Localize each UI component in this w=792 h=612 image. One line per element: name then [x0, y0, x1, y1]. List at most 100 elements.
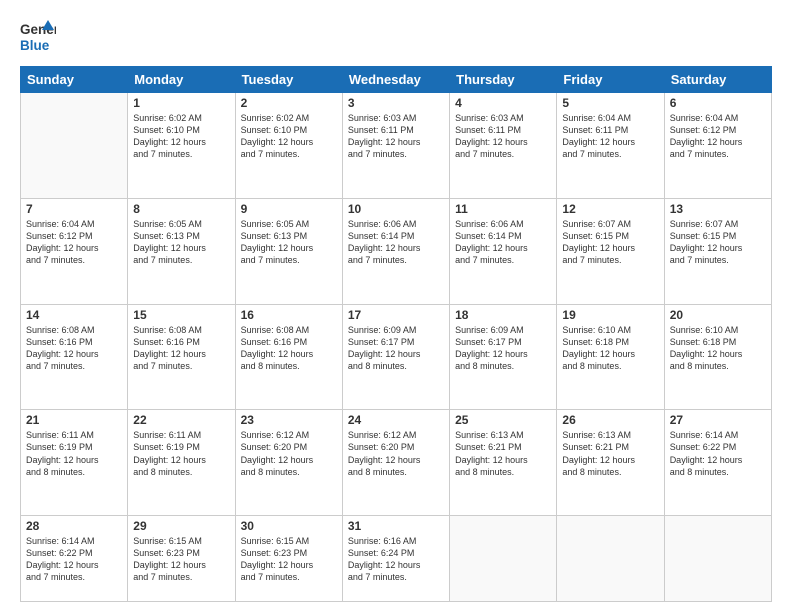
day-number: 17 — [348, 308, 444, 322]
calendar-cell: 22 Sunrise: 6:11 AM Sunset: 6:19 PM Dayli… — [128, 410, 235, 516]
day-number: 3 — [348, 96, 444, 110]
day-info: Sunrise: 6:15 AM Sunset: 6:23 PM Dayligh… — [241, 535, 337, 584]
day-info: Sunrise: 6:02 AM Sunset: 6:10 PM Dayligh… — [241, 112, 337, 161]
calendar-cell: 13 Sunrise: 6:07 AM Sunset: 6:15 PM Dayli… — [664, 198, 771, 304]
day-number: 21 — [26, 413, 122, 427]
day-info: Sunrise: 6:06 AM Sunset: 6:14 PM Dayligh… — [348, 218, 444, 267]
day-number: 19 — [562, 308, 658, 322]
calendar-cell: 25 Sunrise: 6:13 AM Sunset: 6:21 PM Dayli… — [450, 410, 557, 516]
calendar-cell: 16Sunrise: 6:08 AM Sunset: 6:16 PM Dayli… — [235, 304, 342, 410]
day-info: Sunrise: 6:10 AM Sunset: 6:18 PM Dayligh… — [562, 324, 658, 373]
day-info: Sunrise: 6:10 AM Sunset: 6:18 PM Dayligh… — [670, 324, 766, 373]
col-header-saturday: Saturday — [664, 67, 771, 93]
day-number: 22 — [133, 413, 229, 427]
calendar-cell — [664, 516, 771, 602]
day-number: 25 — [455, 413, 551, 427]
calendar-cell: 9 Sunrise: 6:05 AM Sunset: 6:13 PM Daylig… — [235, 198, 342, 304]
day-info: Sunrise: 6:04 AM Sunset: 6:11 PM Dayligh… — [562, 112, 658, 161]
calendar-cell: 12 Sunrise: 6:07 AM Sunset: 6:15 PM Dayli… — [557, 198, 664, 304]
calendar-cell: 31 Sunrise: 6:16 AM Sunset: 6:24 PM Dayli… — [342, 516, 449, 602]
day-info: Sunrise: 6:07 AM Sunset: 6:15 PM Dayligh… — [670, 218, 766, 267]
day-info: Sunrise: 6:12 AM Sunset: 6:20 PM Dayligh… — [348, 429, 444, 478]
calendar-cell: 1 Sunrise: 6:02 AM Sunset: 6:10 PM Daylig… — [128, 93, 235, 199]
day-info: Sunrise: 6:05 AM Sunset: 6:13 PM Dayligh… — [241, 218, 337, 267]
calendar-table: SundayMondayTuesdayWednesdayThursdayFrid… — [20, 66, 772, 602]
calendar-cell: 26 Sunrise: 6:13 AM Sunset: 6:21 PM Dayli… — [557, 410, 664, 516]
day-info: Sunrise: 6:14 AM Sunset: 6:22 PM Dayligh… — [670, 429, 766, 478]
calendar-cell: 30Sunrise: 6:15 AM Sunset: 6:23 PM Dayli… — [235, 516, 342, 602]
logo: General Blue — [20, 18, 56, 56]
day-info: Sunrise: 6:02 AM Sunset: 6:10 PM Dayligh… — [133, 112, 229, 161]
day-number: 7 — [26, 202, 122, 216]
calendar-week-row: 14 Sunrise: 6:08 AM Sunset: 6:16 PM Dayli… — [21, 304, 772, 410]
calendar-header-row: SundayMondayTuesdayWednesdayThursdayFrid… — [21, 67, 772, 93]
day-number: 23 — [241, 413, 337, 427]
svg-text:Blue: Blue — [20, 38, 50, 53]
day-info: Sunrise: 6:07 AM Sunset: 6:15 PM Dayligh… — [562, 218, 658, 267]
day-number: 20 — [670, 308, 766, 322]
day-info: Sunrise: 6:11 AM Sunset: 6:19 PM Dayligh… — [26, 429, 122, 478]
day-info: Sunrise: 6:08 AM Sunset: 6:16 PM Dayligh… — [133, 324, 229, 373]
day-number: 10 — [348, 202, 444, 216]
col-header-tuesday: Tuesday — [235, 67, 342, 93]
logo-graphic: General Blue — [20, 18, 56, 56]
col-header-friday: Friday — [557, 67, 664, 93]
calendar-cell: 24 Sunrise: 6:12 AM Sunset: 6:20 PM Dayli… — [342, 410, 449, 516]
calendar-cell: 8Sunrise: 6:05 AM Sunset: 6:13 PM Daylig… — [128, 198, 235, 304]
calendar-cell: 23Sunrise: 6:12 AM Sunset: 6:20 PM Dayli… — [235, 410, 342, 516]
day-number: 13 — [670, 202, 766, 216]
day-number: 1 — [133, 96, 229, 110]
day-info: Sunrise: 6:08 AM Sunset: 6:16 PM Dayligh… — [26, 324, 122, 373]
day-number: 2 — [241, 96, 337, 110]
calendar-cell: 27 Sunrise: 6:14 AM Sunset: 6:22 PM Dayli… — [664, 410, 771, 516]
day-number: 26 — [562, 413, 658, 427]
calendar-cell — [557, 516, 664, 602]
calendar-cell: 20 Sunrise: 6:10 AM Sunset: 6:18 PM Dayli… — [664, 304, 771, 410]
col-header-monday: Monday — [128, 67, 235, 93]
calendar-cell: 3 Sunrise: 6:03 AM Sunset: 6:11 PM Daylig… — [342, 93, 449, 199]
day-number: 4 — [455, 96, 551, 110]
day-info: Sunrise: 6:14 AM Sunset: 6:22 PM Dayligh… — [26, 535, 122, 584]
day-number: 27 — [670, 413, 766, 427]
day-info: Sunrise: 6:05 AM Sunset: 6:13 PM Dayligh… — [133, 218, 229, 267]
calendar-cell: 4 Sunrise: 6:03 AM Sunset: 6:11 PM Daylig… — [450, 93, 557, 199]
col-header-sunday: Sunday — [21, 67, 128, 93]
calendar-week-row: 21 Sunrise: 6:11 AM Sunset: 6:19 PM Dayli… — [21, 410, 772, 516]
day-info: Sunrise: 6:03 AM Sunset: 6:11 PM Dayligh… — [455, 112, 551, 161]
day-info: Sunrise: 6:09 AM Sunset: 6:17 PM Dayligh… — [455, 324, 551, 373]
day-number: 18 — [455, 308, 551, 322]
calendar-cell: 21 Sunrise: 6:11 AM Sunset: 6:19 PM Dayli… — [21, 410, 128, 516]
day-number: 29 — [133, 519, 229, 533]
day-number: 5 — [562, 96, 658, 110]
day-info: Sunrise: 6:11 AM Sunset: 6:19 PM Dayligh… — [133, 429, 229, 478]
day-number: 15 — [133, 308, 229, 322]
day-number: 11 — [455, 202, 551, 216]
day-info: Sunrise: 6:13 AM Sunset: 6:21 PM Dayligh… — [562, 429, 658, 478]
calendar-cell — [450, 516, 557, 602]
calendar-week-row: 28Sunrise: 6:14 AM Sunset: 6:22 PM Dayli… — [21, 516, 772, 602]
col-header-wednesday: Wednesday — [342, 67, 449, 93]
calendar-cell: 2 Sunrise: 6:02 AM Sunset: 6:10 PM Daylig… — [235, 93, 342, 199]
calendar-cell: 28Sunrise: 6:14 AM Sunset: 6:22 PM Dayli… — [21, 516, 128, 602]
day-number: 12 — [562, 202, 658, 216]
calendar-cell: 19 Sunrise: 6:10 AM Sunset: 6:18 PM Dayli… — [557, 304, 664, 410]
day-number: 24 — [348, 413, 444, 427]
page: General Blue SundayMondayTuesdayWednesda… — [0, 0, 792, 612]
day-number: 9 — [241, 202, 337, 216]
day-info: Sunrise: 6:13 AM Sunset: 6:21 PM Dayligh… — [455, 429, 551, 478]
calendar-cell: 5 Sunrise: 6:04 AM Sunset: 6:11 PM Daylig… — [557, 93, 664, 199]
day-number: 31 — [348, 519, 444, 533]
calendar-cell: 6Sunrise: 6:04 AM Sunset: 6:12 PM Daylig… — [664, 93, 771, 199]
day-number: 16 — [241, 308, 337, 322]
calendar-cell: 15 Sunrise: 6:08 AM Sunset: 6:16 PM Dayli… — [128, 304, 235, 410]
day-info: Sunrise: 6:16 AM Sunset: 6:24 PM Dayligh… — [348, 535, 444, 584]
day-info: Sunrise: 6:03 AM Sunset: 6:11 PM Dayligh… — [348, 112, 444, 161]
calendar-cell: 10 Sunrise: 6:06 AM Sunset: 6:14 PM Dayli… — [342, 198, 449, 304]
day-info: Sunrise: 6:04 AM Sunset: 6:12 PM Dayligh… — [26, 218, 122, 267]
day-number: 14 — [26, 308, 122, 322]
day-info: Sunrise: 6:09 AM Sunset: 6:17 PM Dayligh… — [348, 324, 444, 373]
day-info: Sunrise: 6:15 AM Sunset: 6:23 PM Dayligh… — [133, 535, 229, 584]
day-info: Sunrise: 6:06 AM Sunset: 6:14 PM Dayligh… — [455, 218, 551, 267]
logo-icon: General Blue — [20, 18, 56, 56]
calendar-cell: 14 Sunrise: 6:08 AM Sunset: 6:16 PM Dayli… — [21, 304, 128, 410]
